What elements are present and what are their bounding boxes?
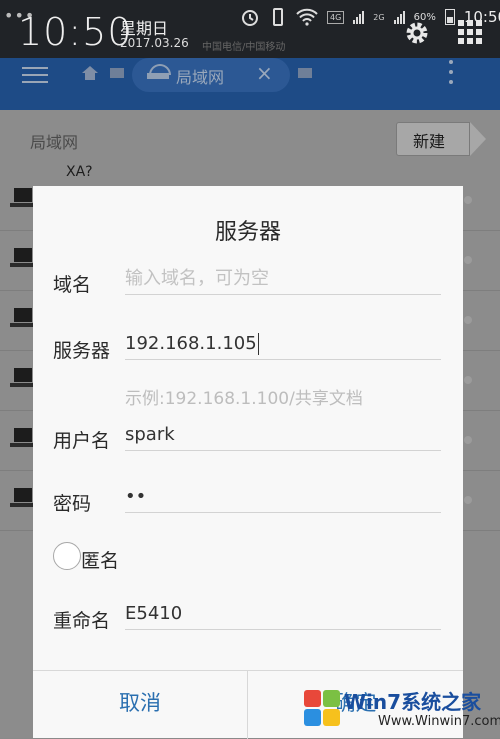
password-label: 密码	[53, 493, 92, 515]
domain-label: 域名	[53, 274, 92, 296]
home-icon[interactable]	[82, 66, 98, 80]
password-input[interactable]: ••	[125, 482, 441, 513]
cancel-button[interactable]: 取消	[33, 671, 247, 739]
alarm-icon	[242, 10, 258, 26]
watermark-url: Www.Winwin7.com	[378, 714, 500, 729]
server-dialog: 服务器 域名 输入域名，可为空 服务器 192.168.1.105 示例:192…	[33, 186, 463, 739]
breadcrumb: 局域网	[30, 133, 79, 152]
status-dot	[464, 196, 472, 204]
tab-lan[interactable]: 局域网 ×	[132, 58, 290, 92]
new-button[interactable]: 新建	[396, 122, 486, 156]
tab-label: 局域网	[176, 68, 225, 87]
status-bar: ••• 10:50 星期日 2017.03.26 中国电信/中国移动 4G 2G…	[0, 0, 500, 58]
app-toolbar: 局域网 ×	[0, 58, 500, 110]
folder-icon	[298, 68, 312, 78]
app-grid-icon[interactable]	[458, 20, 482, 44]
server-input[interactable]: 192.168.1.105	[125, 329, 441, 360]
watermark-brand: Win7系统之家	[344, 690, 482, 714]
network-type-badge: 4G	[327, 10, 345, 24]
text-caret	[257, 333, 259, 355]
more-icon[interactable]	[449, 60, 455, 90]
username-input[interactable]: spark	[125, 420, 441, 451]
clock-large: 10:50	[18, 10, 133, 54]
status-dot	[464, 436, 472, 444]
list-item-label: XA?	[66, 164, 93, 180]
status-dot	[464, 316, 472, 324]
watermark: Win7系统之家 Www.Winwin7.com	[300, 684, 500, 738]
rename-label: 重命名	[53, 610, 111, 632]
windows-logo-icon	[302, 688, 342, 728]
signal-icon-2	[393, 10, 405, 24]
gear-icon[interactable]	[404, 20, 430, 46]
server-label: 服务器	[53, 340, 111, 362]
date-label: 2017.03.26	[120, 36, 189, 50]
username-label: 用户名	[53, 430, 111, 452]
menu-icon[interactable]	[22, 62, 48, 88]
network-type-2: 2G	[373, 12, 385, 22]
status-dot	[464, 256, 472, 264]
rename-input[interactable]: E5410	[125, 599, 441, 630]
anonymous-label: 匿名	[81, 550, 120, 572]
router-icon	[147, 64, 171, 80]
anonymous-radio[interactable]	[53, 542, 81, 570]
domain-input[interactable]: 输入域名，可为空	[125, 264, 441, 295]
carrier-label: 中国电信/中国移动	[202, 42, 286, 53]
dialog-title: 服务器	[214, 220, 281, 245]
server-hint: 示例:192.168.1.100/共享文档	[125, 389, 363, 409]
vibrate-icon	[273, 8, 283, 26]
wifi-icon	[296, 8, 318, 26]
status-dot	[464, 376, 472, 384]
status-dot	[464, 496, 472, 504]
signal-icon	[353, 10, 365, 24]
folder-icon	[110, 68, 124, 78]
server-input-value: 192.168.1.105	[125, 333, 257, 354]
close-icon[interactable]: ×	[256, 61, 273, 85]
battery-icon	[444, 9, 455, 25]
new-button-label: 新建	[413, 132, 446, 151]
